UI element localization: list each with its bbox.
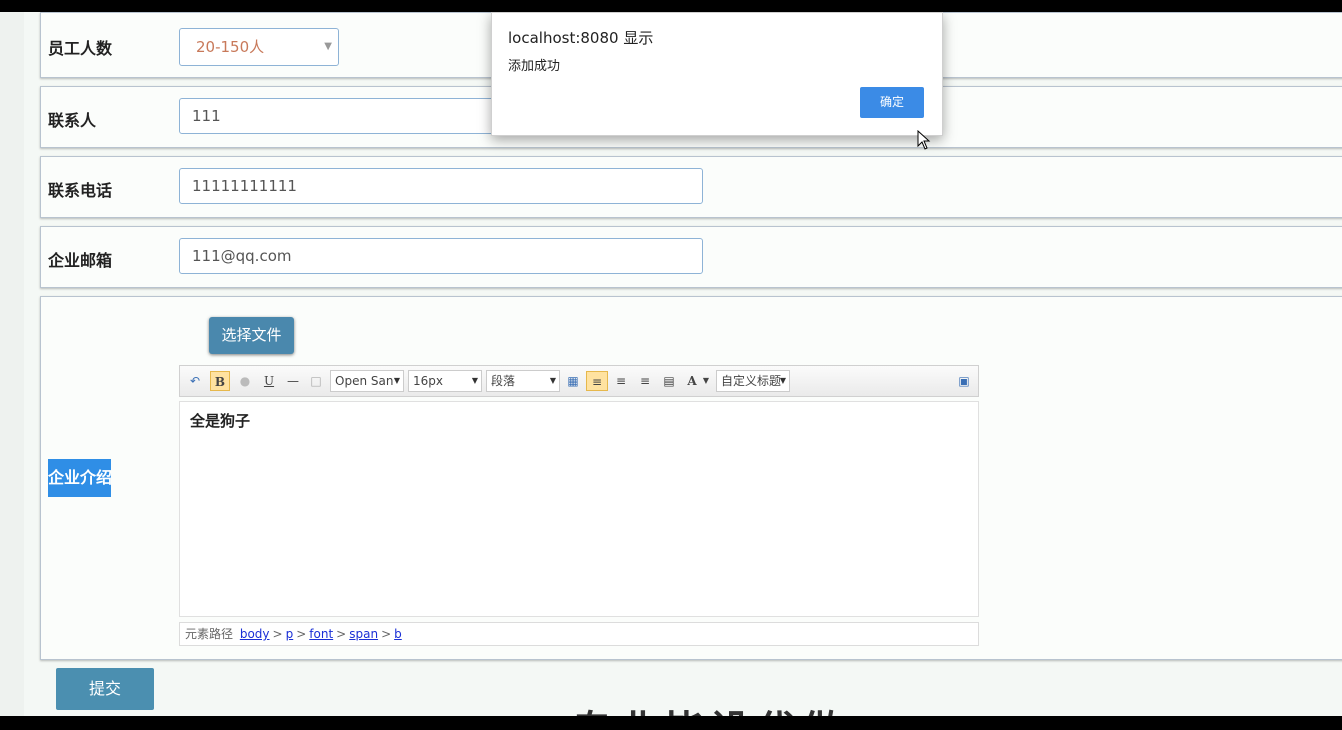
fullscreen-icon[interactable]: ▣ bbox=[956, 371, 972, 391]
dropdown-arrow-icon: ▼ bbox=[471, 376, 478, 385]
font-color-dropdown-icon[interactable]: ▼ bbox=[702, 371, 710, 391]
dialog-title: localhost:8080 显示 bbox=[508, 29, 654, 47]
choose-file-button[interactable]: 选择文件 bbox=[209, 317, 294, 354]
clear-format-icon[interactable]: □ bbox=[308, 371, 324, 391]
path-link-body[interactable]: body bbox=[240, 627, 270, 641]
underline-button[interactable]: U bbox=[260, 371, 278, 391]
font-color-button[interactable]: A bbox=[684, 371, 700, 391]
dropdown-arrow-icon: ▼ bbox=[779, 376, 786, 385]
font-family-select[interactable]: Open San ▼ bbox=[330, 370, 404, 392]
chevron-down-icon: ▼ bbox=[324, 41, 332, 52]
element-path-label: 元素路径 bbox=[185, 627, 234, 641]
background-watermark-text: 专业毕设代做 bbox=[572, 698, 848, 716]
email-label: 企业邮箱 bbox=[48, 251, 113, 270]
editor-text: 全是狗子 bbox=[190, 412, 251, 430]
submit-button[interactable]: 提交 bbox=[56, 668, 154, 710]
path-link-p[interactable]: p bbox=[286, 627, 294, 641]
undo-icon[interactable]: ↶ bbox=[186, 371, 204, 391]
horizontal-rule-icon[interactable]: — bbox=[284, 371, 302, 391]
left-strip bbox=[0, 12, 24, 716]
custom-heading-value: 自定义标题 bbox=[721, 374, 782, 388]
editor-toolbar: ↶ B ● U — □ Open San ▼ 16px ▼ 段落 ▼ ▦ ≡ ≡… bbox=[179, 365, 979, 397]
paragraph-value: 段落 bbox=[491, 374, 516, 388]
intro-label: 企业介绍 bbox=[48, 459, 111, 497]
email-row: 企业邮箱 111@qq.com bbox=[40, 226, 1342, 288]
dialog-message: 添加成功 bbox=[508, 59, 561, 74]
employees-select-value: 20-150人 bbox=[196, 38, 265, 56]
font-family-value: Open San bbox=[335, 374, 394, 388]
align-left-icon[interactable]: ≡ bbox=[586, 371, 608, 391]
font-size-select[interactable]: 16px ▼ bbox=[408, 370, 482, 392]
paragraph-select[interactable]: 段落 ▼ bbox=[486, 370, 560, 392]
dropdown-arrow-icon: ▼ bbox=[393, 376, 400, 385]
custom-heading-select[interactable]: 自定义标题 ▼ bbox=[716, 370, 790, 392]
intro-row: 企业介绍 选择文件 ↶ B ● U — □ Open San ▼ 16px ▼ … bbox=[40, 296, 1342, 660]
align-right-icon[interactable]: ≡ bbox=[612, 371, 630, 391]
editor-content[interactable]: 全是狗子 bbox=[179, 401, 979, 617]
employees-label: 员工人数 bbox=[48, 39, 113, 58]
dialog-ok-button[interactable]: 确定 bbox=[860, 87, 924, 118]
align-justify-icon[interactable]: ▤ bbox=[660, 371, 678, 391]
italic-icon[interactable]: ● bbox=[236, 371, 254, 391]
contact-label: 联系人 bbox=[48, 111, 97, 130]
phone-input[interactable]: 11111111111 bbox=[179, 168, 703, 204]
element-path-bar: 元素路径 body > p > font > span > b bbox=[179, 622, 979, 646]
path-link-span[interactable]: span bbox=[349, 627, 378, 641]
email-input[interactable]: 111@qq.com bbox=[179, 238, 703, 274]
align-center-icon[interactable]: ≡ bbox=[636, 371, 654, 391]
path-link-b[interactable]: b bbox=[394, 627, 402, 641]
employees-select[interactable]: 20-150人 ▼ bbox=[179, 28, 339, 66]
dropdown-arrow-icon: ▼ bbox=[549, 376, 556, 385]
page: 员工人数 20-150人 ▼ 联系人 111 联系电话 11111111111 … bbox=[0, 12, 1342, 716]
font-size-value: 16px bbox=[413, 374, 443, 388]
mouse-cursor-icon bbox=[917, 130, 931, 150]
phone-label: 联系电话 bbox=[48, 181, 113, 200]
phone-row: 联系电话 11111111111 bbox=[40, 156, 1342, 218]
path-link-font[interactable]: font bbox=[309, 627, 333, 641]
bold-button[interactable]: B bbox=[210, 371, 230, 391]
table-icon[interactable]: ▦ bbox=[564, 371, 582, 391]
alert-dialog: localhost:8080 显示 添加成功 确定 bbox=[491, 12, 943, 136]
